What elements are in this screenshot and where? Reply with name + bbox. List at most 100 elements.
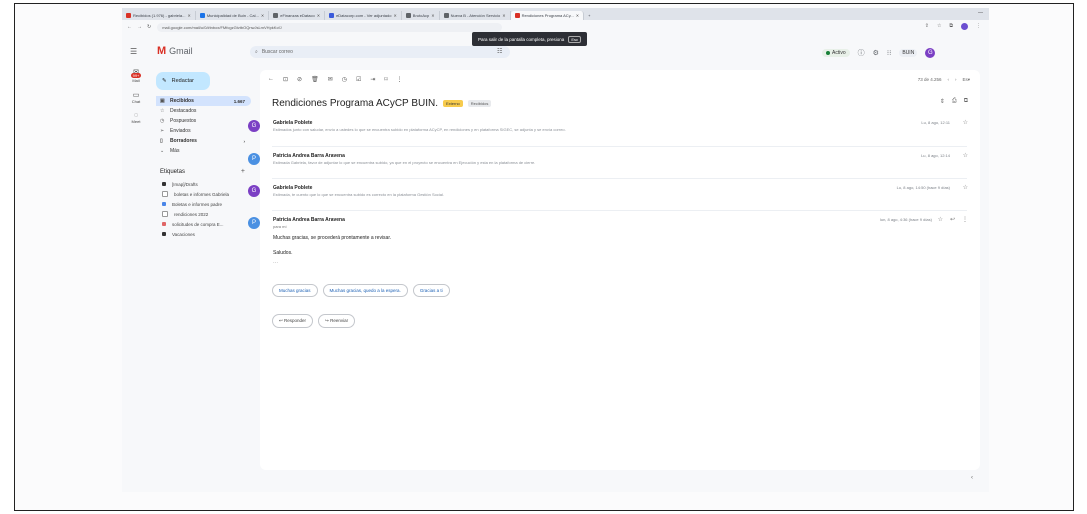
compose-button[interactable]: ✎ Redactar (156, 72, 210, 90)
expand-icon[interactable]: ⇕ (940, 98, 945, 105)
message-snippet: Estimada Gabriela, favor de adjuntar lo … (273, 160, 536, 165)
reply-actions: ↩ Responder ↪ Reenviar (272, 314, 356, 328)
bookmark-star-icon[interactable]: ☆ (937, 23, 941, 30)
browser-tab[interactable]: BrutoAcp ✕ (402, 10, 440, 20)
chevron-right-icon[interactable]: › (955, 77, 957, 83)
star-icon[interactable]: ☆ (938, 216, 943, 223)
more-options-icon[interactable]: ⋮ (396, 76, 402, 83)
label-item[interactable]: solicitudes de compra E... (156, 219, 251, 229)
close-icon[interactable]: ✕ (187, 13, 190, 18)
sidebar-item-drafts[interactable]: ▯ Borradores › (156, 136, 251, 146)
browser-tab[interactable]: Nueva B - Atención Servicio ✕ (440, 10, 511, 20)
back-to-inbox-icon[interactable]: ← (268, 76, 274, 83)
sidebar-item-starred[interactable]: ☆ Destacados (156, 106, 251, 116)
sidebar-item-snoozed[interactable]: ◷ Pospuestos (156, 116, 251, 126)
tab-title: BrutoAcp (412, 12, 430, 18)
message-time: Lu, 8 ago, 12:11 (921, 120, 950, 125)
chevron-left-icon[interactable]: ‹ (947, 77, 949, 83)
label-item[interactable]: [Imap]/Drafts (156, 179, 251, 189)
sidebar-item-more[interactable]: ⌄ Más (156, 146, 251, 156)
move-to-icon[interactable]: ⇥ (370, 76, 375, 83)
add-task-icon[interactable]: ☑ (356, 76, 361, 83)
browser-tab[interactable]: eDatacorp.com - Ver adjuntado ✕ (325, 10, 402, 20)
forward-icon[interactable]: → (137, 24, 142, 30)
browser-tab-active[interactable]: Rendiciones Programa ACy... ✕ (510, 10, 585, 20)
close-icon[interactable]: ✕ (393, 13, 396, 18)
close-icon[interactable]: ✕ (502, 13, 505, 18)
close-icon[interactable]: ✕ (431, 13, 434, 18)
side-panel-toggle-icon[interactable]: ‹ (971, 475, 973, 481)
rail-item-meet[interactable]: ◌ Meet (122, 112, 150, 124)
sidebar-item-sent[interactable]: ➢ Enviados (156, 126, 251, 136)
forward-button[interactable]: ↪ Reenviar (318, 314, 356, 328)
share-icon[interactable]: ⇪ (925, 23, 929, 30)
search-options-icon[interactable]: ☷ (497, 48, 502, 55)
smart-reply-button[interactable]: Muchas gracias, quedo a la espera. (322, 284, 408, 297)
window-minimize-icon[interactable]: — (978, 10, 983, 16)
reload-icon[interactable]: ↻ (147, 24, 151, 30)
reply-icon[interactable]: ↩ (950, 216, 955, 223)
profile-icon[interactable] (961, 23, 968, 30)
chat-icon: ▭ (132, 92, 140, 99)
hamburger-menu-icon[interactable]: ☰ (130, 47, 137, 56)
pager-text: 73 de 4.256 (917, 77, 942, 82)
more-options-icon[interactable]: ⋮ (962, 216, 968, 223)
show-trimmed-content[interactable]: ··· (273, 260, 278, 266)
help-icon[interactable]: ⓘ (858, 48, 865, 58)
open-new-window-icon[interactable]: ⧉ (964, 98, 968, 105)
mark-unread-icon[interactable]: ✉ (328, 76, 333, 83)
print-icon[interactable]: ⎙ (952, 98, 957, 105)
report-spam-icon[interactable]: ⊘ (297, 76, 302, 83)
browser-tab[interactable]: eFinanzas eDataco ✕ (269, 10, 326, 20)
address-bar[interactable]: mail.google.com/mail/u/0/#inbox/FMfcgzGt… (157, 22, 503, 32)
label-icon[interactable]: ⌑ (384, 76, 387, 83)
search-input[interactable]: ⌕ Buscar correo (250, 46, 510, 58)
rail-item-chat[interactable]: ▭ Chat (122, 91, 150, 104)
account-avatar[interactable]: G (925, 48, 936, 58)
message-body-line: Muchas gracias, se procederá prontamente… (273, 235, 392, 241)
smart-reply-button[interactable]: Gracias a ti (412, 284, 450, 297)
label-color-swatch (162, 182, 166, 186)
message-collapsed[interactable]: G Gabriela Poblete Estimada, te cuento q… (248, 183, 980, 209)
message-snippet: Estimada, te cuento que lo que se encuen… (273, 192, 444, 197)
extensions-icon[interactable]: ⧉ (949, 23, 953, 30)
apps-grid-icon[interactable]: ⁝⁝ (887, 49, 891, 57)
input-tools-icon[interactable]: Es▾ (962, 77, 970, 83)
star-icon[interactable]: ☆ (963, 184, 968, 191)
reply-button[interactable]: ↩ Responder (272, 314, 314, 328)
message-collapsed[interactable]: P Patricia Andrea Barra Aravena Estimada… (248, 151, 980, 177)
back-icon[interactable]: ← (127, 24, 132, 30)
message-collapsed[interactable]: G Gabriela Poblete Estimados junto con s… (248, 118, 980, 144)
star-icon[interactable]: ☆ (963, 119, 968, 126)
tab-title: Rendiciones Programa ACy... (521, 12, 574, 18)
recipient-line[interactable]: para mí (273, 224, 287, 229)
browser-tab[interactable]: Municipalidad de Buin - Cal... ✕ (196, 10, 270, 20)
close-icon[interactable]: ✕ (261, 13, 264, 18)
rail-label: Mail (132, 78, 140, 83)
snooze-icon[interactable]: ◷ (342, 76, 347, 83)
smart-reply-button[interactable]: Muchas gracias (272, 284, 318, 297)
close-icon[interactable]: ✕ (317, 13, 320, 18)
label-item[interactable]: rendiciones 2022 (156, 209, 251, 219)
label-item[interactable]: boletas e informes Gabriela (156, 189, 251, 199)
new-tab-button[interactable]: + (584, 11, 594, 20)
archive-icon[interactable]: ⊡ (283, 76, 288, 83)
label-item[interactable]: Vacaciones (156, 229, 251, 239)
gmail-logo[interactable]: M Gmail (157, 45, 193, 57)
rail-item-mail[interactable]: ✉ 99+ Mail (122, 68, 150, 83)
active-status-dot (826, 51, 830, 55)
status-selector[interactable]: Activo (822, 49, 850, 57)
search-icon[interactable]: ⌕ (255, 49, 258, 55)
kebab-menu-icon[interactable]: ⋮ (976, 23, 981, 30)
browser-tab[interactable]: Recibidos (1.976) - gabriela... ✕ (122, 10, 196, 20)
inbox-chip[interactable]: Recibidos (467, 100, 492, 107)
settings-gear-icon[interactable]: ⚙ (873, 49, 879, 57)
label-item[interactable]: Boletas e informes padre (156, 199, 251, 209)
sidebar-item-inbox[interactable]: ▣ Recibidos 1.667 (156, 96, 251, 106)
org-badge[interactable]: BUIN (899, 49, 918, 57)
add-label-icon[interactable]: + (241, 168, 251, 175)
star-icon[interactable]: ☆ (963, 152, 968, 159)
delete-icon[interactable]: 🗑 (311, 76, 319, 83)
sidebar-item-label: Destacados (170, 108, 197, 114)
close-icon[interactable]: ✕ (576, 13, 579, 18)
